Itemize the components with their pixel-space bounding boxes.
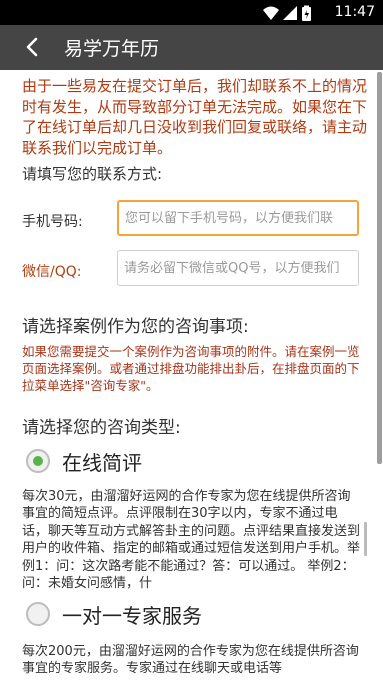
- phone-label: 手机号码:: [22, 214, 83, 230]
- page-title: 易学万年历: [64, 38, 160, 60]
- option-label: 一对一专家服务: [62, 604, 202, 628]
- consult-form[interactable]: 由于一些易友在提交订单后，我们却联系不上的情况时有发生，从而导致部分订单无法完成…: [0, 70, 376, 680]
- status-time: 11:47: [334, 4, 375, 20]
- wechat-input[interactable]: [117, 250, 359, 286]
- case-section-title: 请选择案例作为您的咨询事项:: [22, 317, 249, 337]
- contact-prompt: 请填写您的联系方式:: [22, 165, 163, 183]
- description-scrollbar[interactable]: [364, 522, 367, 556]
- radio-selected-icon[interactable]: [26, 449, 50, 473]
- option-description: 每次200元，由溜溜好运网的合作专家为您在线提供所咨询事宜的专家服务。专家通过在…: [22, 643, 362, 680]
- type-section-title: 请选择您的咨询类型:: [22, 418, 181, 438]
- battery-icon: [302, 5, 311, 21]
- phone-input[interactable]: [117, 200, 359, 236]
- option-description: 每次30元，由溜溜好运网的合作专家为您在线提供所咨询事宜的简短点评。点评限制在3…: [22, 488, 362, 594]
- status-bar: 11:47: [0, 0, 383, 25]
- status-icons: [263, 5, 311, 21]
- wifi-icon: [263, 6, 279, 20]
- back-arrow-icon[interactable]: [20, 33, 48, 61]
- notice-text: 由于一些易友在提交订单后，我们却联系不上的情况时有发生，从而导致部分订单无法完成…: [22, 77, 368, 157]
- app-bar: 易学万年历: [0, 25, 383, 70]
- wechat-label: 微信/QQ:: [22, 264, 82, 280]
- option-label: 在线简评: [62, 451, 142, 475]
- signal-icon: [283, 6, 297, 20]
- case-hint: 如果您需要提交一个案例作为咨询事项的附件。请在案例一览页面选择案例。或者通过排盘…: [22, 344, 360, 393]
- page-scrollbar[interactable]: [377, 72, 382, 464]
- radio-unselected-icon[interactable]: [26, 602, 50, 626]
